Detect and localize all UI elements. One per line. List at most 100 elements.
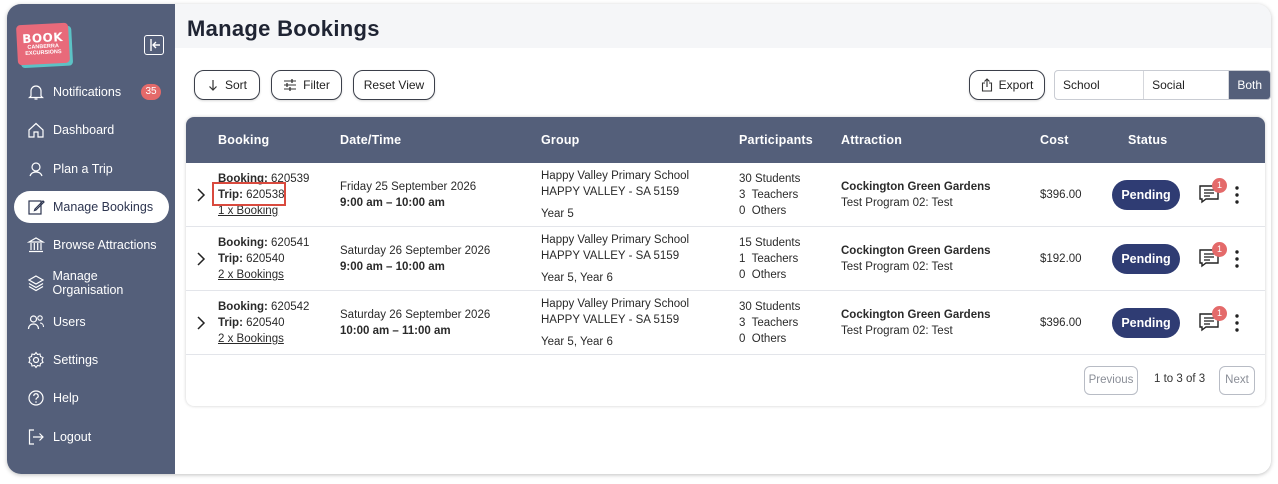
collapse-sidebar-button[interactable] xyxy=(144,35,164,55)
sidebar-item-label: Help xyxy=(53,391,79,406)
trip-label: Trip: xyxy=(218,253,243,265)
sort-label: Sort xyxy=(224,78,247,92)
status-badge: Pending xyxy=(1112,308,1180,338)
participants-teachers: 3 Teachers xyxy=(739,317,799,329)
reset-view-button[interactable]: Reset View xyxy=(353,70,435,100)
booking-cost: $396.00 xyxy=(1040,317,1082,329)
participants-students: 30 Students xyxy=(739,173,801,185)
column-header-cost[interactable]: Cost xyxy=(1040,133,1069,147)
edit-icon xyxy=(26,197,46,217)
message-count-badge: 1 xyxy=(1212,178,1227,193)
group-name: Happy Valley Primary School xyxy=(541,170,690,182)
participants-others: 0 Others xyxy=(739,205,787,217)
sidebar-item-manage-bookings[interactable]: Manage Bookings xyxy=(14,190,169,223)
more-options-icon[interactable] xyxy=(1234,185,1240,205)
sidebar-item-settings[interactable]: Settings xyxy=(14,344,169,376)
main-content: Manage Bookings Sort Filter Reset View E… xyxy=(175,4,1271,474)
participants-others: 0 Others xyxy=(739,333,787,345)
more-options-icon[interactable] xyxy=(1234,313,1240,333)
sidebar-item-label: Plan a Trip xyxy=(53,161,113,176)
message-count-badge: 1 xyxy=(1212,242,1227,257)
booking-label: Booking: xyxy=(218,237,268,249)
trip-label: Trip: xyxy=(218,317,243,329)
trip-number: 620538 xyxy=(246,189,285,201)
booking-time: 10:00 am – 11:00 am xyxy=(340,325,451,337)
booking-label: Booking: xyxy=(218,173,268,185)
messages-button[interactable]: 1 xyxy=(1198,178,1227,209)
chevron-right-icon[interactable] xyxy=(196,315,206,331)
segment-school-group[interactable]: School Group xyxy=(1055,71,1145,99)
bookings-count-link[interactable]: 2 x Bookings xyxy=(218,331,284,347)
sidebar-nav: Notifications 35 Dashboard Plan a Trip M… xyxy=(7,76,175,459)
bookings-table: Booking Date/Time Group Participants Att… xyxy=(186,117,1265,406)
share-export-icon xyxy=(981,78,992,92)
table-row[interactable]: Booking: 620542 Trip: 620540 2 x Booking… xyxy=(186,291,1265,355)
column-header-attraction[interactable]: Attraction xyxy=(841,133,902,147)
chevron-right-icon[interactable] xyxy=(196,251,206,267)
attraction-name: Cockington Green Gardens xyxy=(841,245,991,257)
map-pin-icon xyxy=(26,159,46,179)
program-name: Test Program 02: Test xyxy=(841,197,953,209)
brand-logo[interactable]: BOOK CANBERRA EXCURSIONS xyxy=(15,22,71,66)
sidebar-item-label: Logout xyxy=(53,429,92,444)
trip-number: 620540 xyxy=(246,253,285,265)
booking-number: 620542 xyxy=(271,301,310,313)
column-header-booking[interactable]: Booking xyxy=(218,133,269,147)
sidebar-item-label: Notifications xyxy=(53,85,122,99)
sidebar-item-label: Browse Attractions xyxy=(53,238,157,253)
sidebar-item-logout[interactable]: Logout xyxy=(14,421,169,453)
sidebar-item-browse-attractions[interactable]: Browse Attractions xyxy=(14,229,169,261)
participants-students: 15 Students xyxy=(739,237,801,249)
program-name: Test Program 02: Test xyxy=(841,325,953,337)
booking-date: Friday 25 September 2026 xyxy=(340,181,477,193)
trip-id: Trip: 620540 xyxy=(218,251,285,267)
booking-cost: $192.00 xyxy=(1040,253,1082,265)
trip-label: Trip: xyxy=(218,189,243,201)
more-options-icon[interactable] xyxy=(1234,249,1240,269)
participants-others: 0 Others xyxy=(739,269,787,281)
next-page-button[interactable]: Next xyxy=(1219,366,1255,395)
bookings-count-link[interactable]: 1 x Booking xyxy=(218,203,278,219)
group-location: HAPPY VALLEY - SA 5159 xyxy=(541,186,680,198)
trip-number: 620540 xyxy=(246,317,285,329)
sidebar-item-help[interactable]: Help xyxy=(14,382,169,414)
chevron-right-icon[interactable] xyxy=(196,187,206,203)
gear-icon xyxy=(26,350,46,370)
filter-button[interactable]: Filter xyxy=(271,70,342,100)
previous-page-button[interactable]: Previous xyxy=(1084,366,1138,395)
column-header-status[interactable]: Status xyxy=(1128,133,1167,147)
messages-button[interactable]: 1 xyxy=(1198,306,1227,337)
column-header-group[interactable]: Group xyxy=(541,133,580,147)
sidebar-item-notifications[interactable]: Notifications 35 xyxy=(14,76,169,108)
sort-button[interactable]: Sort xyxy=(194,70,260,100)
group-type-toggle: School Group Social Group Both xyxy=(1054,70,1271,100)
sidebar-item-plan-a-trip[interactable]: Plan a Trip xyxy=(14,153,169,185)
layers-icon xyxy=(26,273,46,293)
sidebar-item-label: Settings xyxy=(53,353,99,368)
segment-social-group[interactable]: Social Group xyxy=(1144,71,1230,99)
column-header-participants[interactable]: Participants xyxy=(739,133,813,147)
attraction-name: Cockington Green Gardens xyxy=(841,181,991,193)
help-icon xyxy=(26,388,46,408)
participants-teachers: 1 Teachers xyxy=(739,253,799,265)
status-badge: Pending xyxy=(1112,180,1180,210)
table-row[interactable]: Booking: 620541 Trip: 620540 2 x Booking… xyxy=(186,227,1265,291)
sidebar-item-users[interactable]: Users xyxy=(14,306,169,338)
program-name: Test Program 02: Test xyxy=(841,261,953,273)
bookings-count-link[interactable]: 2 x Bookings xyxy=(218,267,284,283)
sidebar-item-label: Manage Bookings xyxy=(53,199,154,214)
sidebar-item-dashboard[interactable]: Dashboard xyxy=(14,114,169,146)
messages-button[interactable]: 1 xyxy=(1198,242,1227,273)
column-header-datetime[interactable]: Date/Time xyxy=(340,133,401,147)
sidebar-item-manage-organisation[interactable]: Manage Organisation xyxy=(14,267,169,299)
table-row[interactable]: Booking: 620539 Trip: 620538 1 x Booking… xyxy=(186,163,1265,227)
booking-id: Booking: 620539 xyxy=(218,171,309,187)
message-count-badge: 1 xyxy=(1212,306,1227,321)
booking-number: 620539 xyxy=(271,173,310,185)
segment-both[interactable]: Both xyxy=(1229,71,1270,99)
export-button[interactable]: Export xyxy=(969,70,1045,100)
notification-count-badge: 35 xyxy=(141,84,161,100)
booking-date: Saturday 26 September 2026 xyxy=(340,245,491,257)
filter-sliders-icon xyxy=(284,79,297,91)
booking-time: 9:00 am – 10:00 am xyxy=(340,197,445,209)
